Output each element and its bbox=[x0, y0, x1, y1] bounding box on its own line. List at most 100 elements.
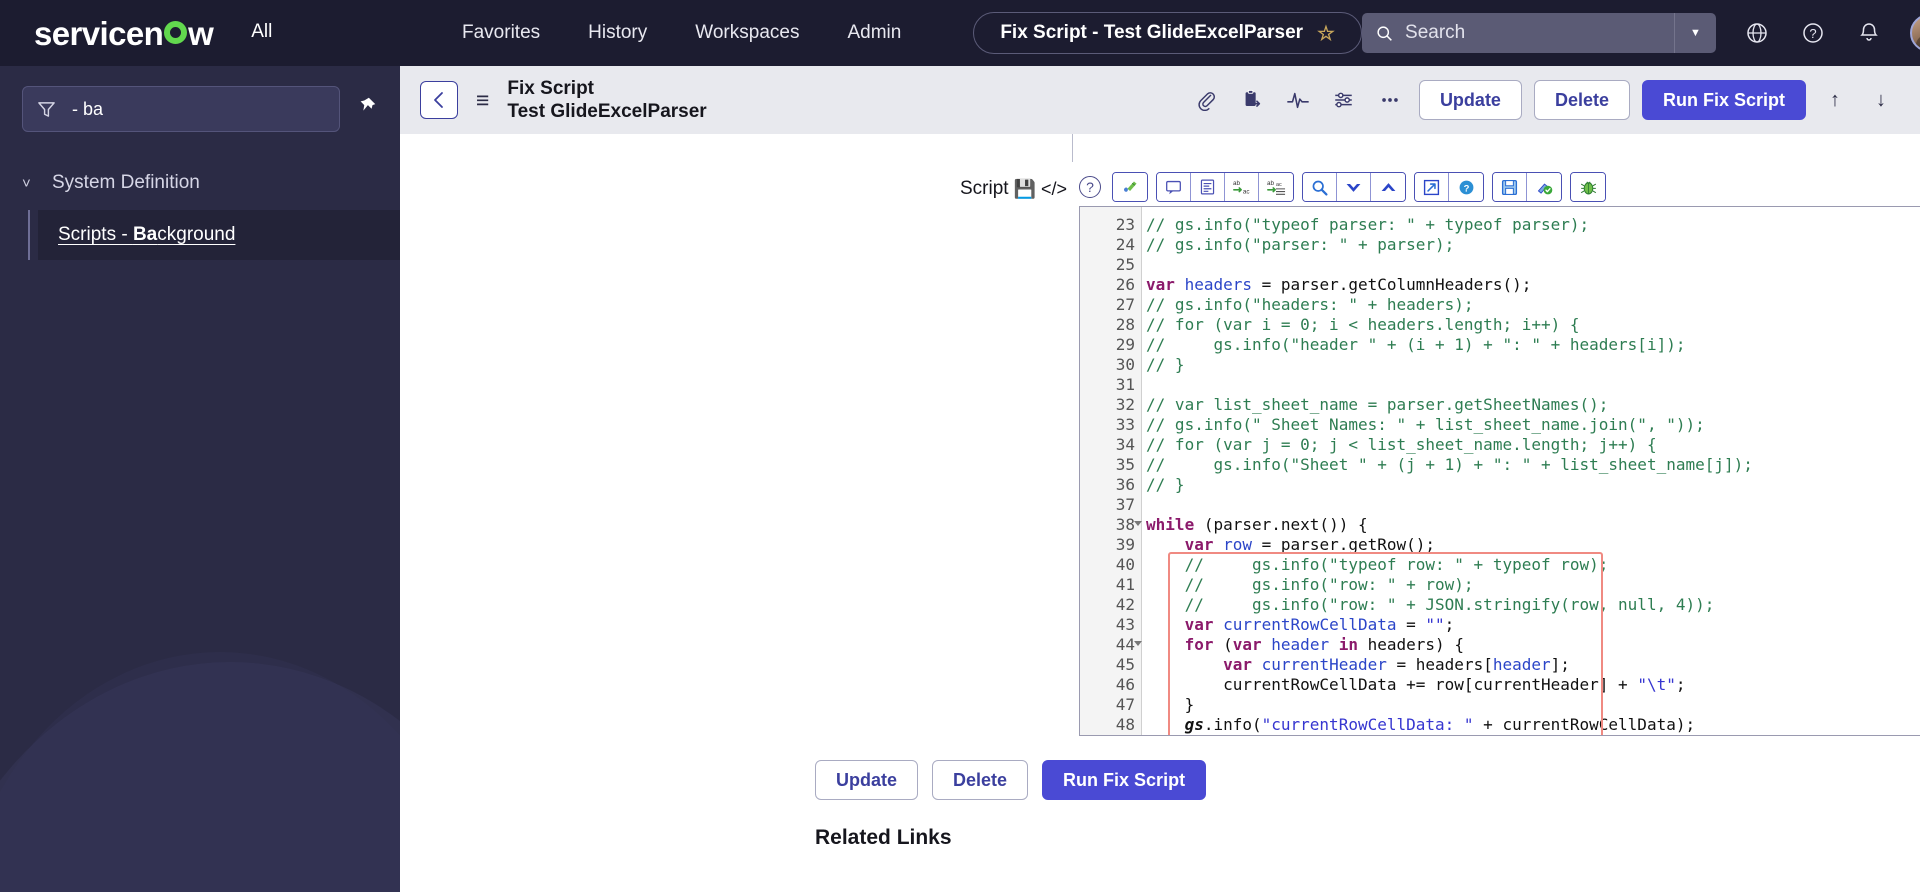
find-next-down-icon[interactable] bbox=[1337, 173, 1372, 201]
bell-icon[interactable] bbox=[1854, 18, 1884, 48]
logo-text-pre: servicen bbox=[34, 14, 164, 52]
run-fix-script-button-bottom[interactable]: Run Fix Script bbox=[1042, 760, 1207, 800]
search-icon bbox=[1377, 25, 1392, 41]
nav-item-workspaces[interactable]: Workspaces bbox=[693, 14, 801, 52]
back-button[interactable] bbox=[420, 81, 458, 119]
code-line: gs.info("currentRowCellData: " + current… bbox=[1146, 715, 1696, 734]
code-line-number: 36 bbox=[1115, 475, 1136, 494]
help-icon[interactable]: ? bbox=[1798, 18, 1828, 48]
code-line: // gs.info("header " + (i + 1) + ": " + … bbox=[1146, 335, 1686, 354]
code-line: // gs.info("Sheet " + (j + 1) + ": " + l… bbox=[1146, 455, 1753, 474]
arrow-down-icon[interactable]: ↓ bbox=[1864, 83, 1898, 117]
toolbar-group-edit: ab ac ab ac bbox=[1156, 172, 1295, 202]
code-fold-triangle-icon[interactable] bbox=[1134, 641, 1143, 646]
code-line: } bbox=[1146, 695, 1195, 714]
more-options-ellipsis-icon[interactable] bbox=[1373, 83, 1407, 117]
current-record-pill[interactable]: Fix Script - Test GlideExcelParser ☆ bbox=[973, 12, 1362, 54]
global-search-box[interactable] bbox=[1361, 13, 1674, 53]
code-line: while (parser.next()) { bbox=[1146, 515, 1368, 534]
find-previous-up-icon[interactable] bbox=[1371, 173, 1406, 201]
svg-text:?: ? bbox=[1809, 26, 1816, 41]
code-line: var headers = parser.getColumnHeaders(); bbox=[1146, 275, 1532, 294]
open-fullscreen-icon[interactable] bbox=[1415, 173, 1450, 201]
code-line-number: 28 bbox=[1115, 315, 1136, 334]
script-code-editor[interactable]: 23 24 25 26 27 28 29 30 31 32 33 34 35 36 37 38 39 40 41 42… bbox=[1079, 206, 1920, 736]
navigator-filter-input[interactable] bbox=[72, 98, 325, 120]
script-editor-column: ? ab ac ab ac ? 23 24 25 26 27 28 29 30 … bbox=[1079, 172, 1920, 736]
form-header: ≡ Fix Script Test GlideExcelParser Updat… bbox=[400, 66, 1920, 134]
code-text-area[interactable]: // gs.info("typeof parser: " + typeof pa… bbox=[1142, 207, 1920, 735]
code-line-number: 30 bbox=[1115, 355, 1136, 374]
brand-zone: servicen w All bbox=[0, 0, 400, 66]
debug-bug-icon[interactable] bbox=[1571, 173, 1606, 201]
search-dropdown-chevron-down-icon[interactable]: ▼ bbox=[1673, 13, 1716, 53]
syntax-color-icon[interactable] bbox=[1113, 173, 1148, 201]
question-circle-icon[interactable]: ? bbox=[1079, 176, 1102, 198]
code-line: // gs.info(" Sheet Names: " + list_sheet… bbox=[1146, 415, 1705, 434]
toolbar-group-window: ? bbox=[1414, 172, 1485, 202]
comment-bubble-icon[interactable] bbox=[1157, 173, 1192, 201]
attachment-icon[interactable] bbox=[1189, 83, 1223, 117]
search-magnifier-icon[interactable] bbox=[1303, 173, 1338, 201]
code-brackets-icon[interactable]: </> bbox=[1041, 179, 1067, 200]
nav-item-admin[interactable]: Admin bbox=[845, 14, 903, 52]
tree-rail bbox=[28, 210, 30, 260]
main-content: ≡ Fix Script Test GlideExcelParser Updat… bbox=[400, 66, 1920, 892]
svg-text:ab: ab bbox=[1267, 180, 1275, 187]
sidebar-group-system-definition[interactable]: ˅ System Definition bbox=[0, 166, 400, 200]
svg-text:ab: ab bbox=[1232, 180, 1240, 187]
delete-button-bottom[interactable]: Delete bbox=[932, 760, 1029, 800]
code-line-number: 44 bbox=[1080, 635, 1143, 655]
toolbar-group-save bbox=[1492, 172, 1563, 202]
code-line-number: 34 bbox=[1115, 435, 1136, 454]
syntax-check-icon[interactable] bbox=[1527, 173, 1562, 201]
code-line-number-gutter: 23 24 25 26 27 28 29 30 31 32 33 34 35 36 37 38 39 40 41 42… bbox=[1080, 207, 1143, 736]
field-above-script[interactable] bbox=[1072, 134, 1920, 162]
code-line-number: 47 bbox=[1115, 695, 1136, 714]
run-fix-script-button[interactable]: Run Fix Script bbox=[1641, 80, 1806, 120]
save-disk-icon[interactable] bbox=[1493, 173, 1528, 201]
code-line-number: 27 bbox=[1115, 295, 1136, 314]
globe-icon[interactable] bbox=[1742, 18, 1772, 48]
format-document-icon[interactable] bbox=[1191, 173, 1226, 201]
bottom-action-buttons: Update Delete Run Fix Script bbox=[400, 760, 1920, 800]
code-line-number: 26 bbox=[1115, 275, 1136, 294]
code-line: // gs.info("row: " + row); bbox=[1146, 575, 1474, 594]
sidebar-group-label: System Definition bbox=[52, 172, 200, 193]
code-line: // gs.info("typeof parser: " + typeof pa… bbox=[1146, 215, 1590, 234]
clipboard-export-icon[interactable] bbox=[1235, 83, 1269, 117]
activity-pulse-icon[interactable] bbox=[1281, 83, 1315, 117]
code-line-number: 24 bbox=[1115, 235, 1136, 254]
sidebar-item-scripts-background[interactable]: Scripts - Background bbox=[38, 210, 400, 260]
favorite-star-icon[interactable]: ☆ bbox=[1317, 21, 1335, 46]
pin-icon[interactable] bbox=[356, 95, 378, 123]
user-avatar[interactable] bbox=[1909, 14, 1920, 52]
update-button[interactable]: Update bbox=[1418, 80, 1522, 120]
nav-item-favorites[interactable]: Favorites bbox=[460, 14, 542, 52]
help-blue-icon[interactable]: ? bbox=[1449, 173, 1484, 201]
floppy-save-icon[interactable]: 💾 bbox=[1014, 179, 1036, 200]
code-line-number: 49 bbox=[1080, 735, 1141, 736]
chevron-left-icon bbox=[434, 92, 443, 108]
replace-icon[interactable]: ab ac bbox=[1225, 173, 1260, 201]
nav-item-history[interactable]: History bbox=[586, 14, 649, 52]
servicenow-logo[interactable]: servicen w bbox=[34, 14, 214, 52]
code-fold-triangle-icon[interactable] bbox=[1134, 521, 1143, 526]
update-button-bottom[interactable]: Update bbox=[815, 760, 919, 800]
code-line-number: 35 bbox=[1115, 455, 1136, 474]
form-header-actions: Update Delete Run Fix Script ↑ ↓ bbox=[1189, 80, 1898, 120]
code-line: // } bbox=[1146, 355, 1185, 374]
all-menu-button[interactable]: All bbox=[251, 21, 272, 45]
arrow-up-icon[interactable]: ↑ bbox=[1818, 83, 1852, 117]
search-input[interactable] bbox=[1405, 22, 1660, 44]
delete-button[interactable]: Delete bbox=[1533, 80, 1630, 120]
navigator-filter-box[interactable] bbox=[22, 86, 340, 132]
code-line: // gs.info("parser: " + parser); bbox=[1146, 235, 1455, 254]
hamburger-menu-icon[interactable]: ≡ bbox=[476, 88, 489, 112]
code-line: for (var header in headers) { bbox=[1184, 635, 1464, 654]
replace-all-icon[interactable]: ab ac bbox=[1259, 173, 1294, 201]
form-settings-sliders-icon[interactable] bbox=[1327, 83, 1361, 117]
sidebar-item-label: Scripts - Background bbox=[58, 224, 236, 245]
